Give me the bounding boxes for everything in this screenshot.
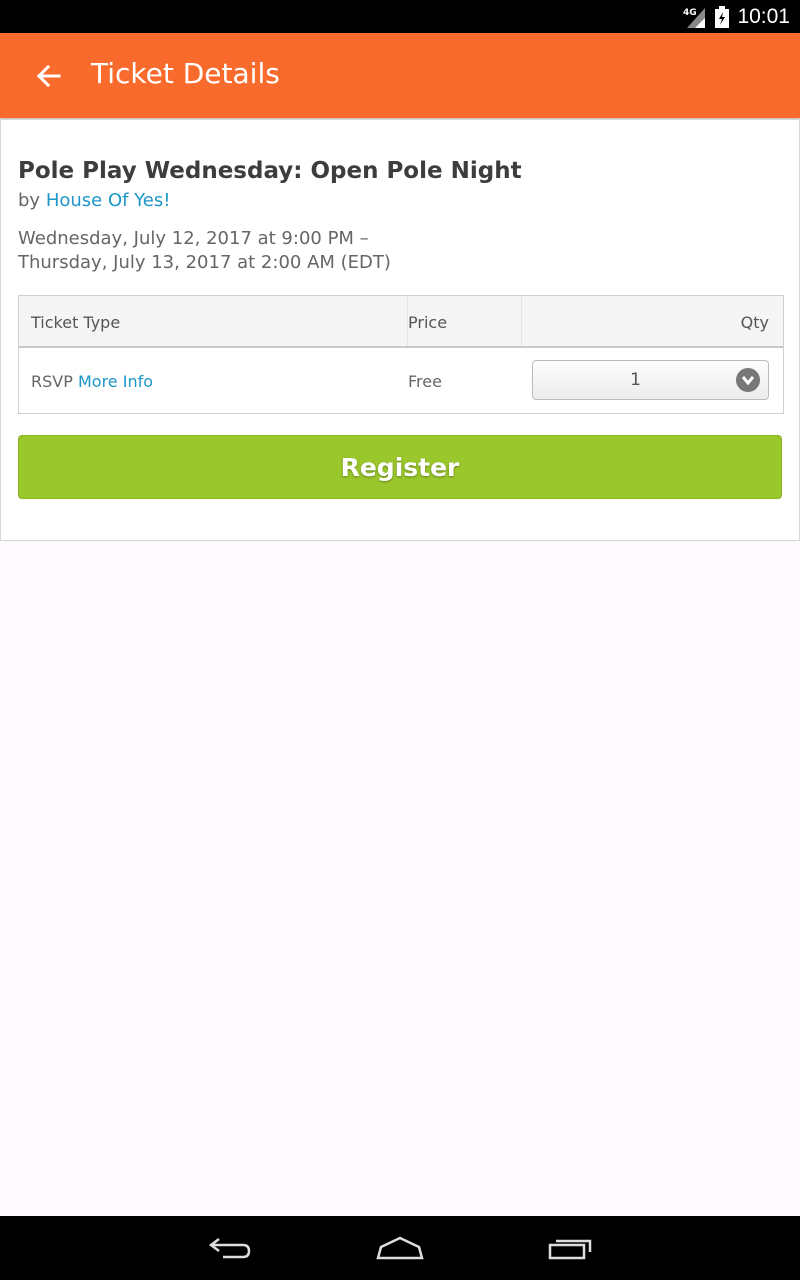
- status-bar: 4G 10:01: [0, 0, 800, 33]
- status-time: 10:01: [737, 4, 790, 28]
- nav-back-button[interactable]: [200, 1230, 260, 1266]
- signal-4g-icon: 4G: [683, 7, 706, 28]
- ticket-type-cell: RSVP More Info: [31, 372, 153, 391]
- chevron-down-icon: [736, 368, 760, 392]
- battery-icon: [715, 5, 730, 28]
- table-row: RSVP More Info Free 1: [19, 348, 783, 413]
- event-title: Pole Play Wednesday: Open Pole Night: [18, 158, 522, 184]
- svg-text:4G: 4G: [683, 8, 697, 18]
- header-ticket-type: Ticket Type: [31, 313, 121, 332]
- header-price: Price: [408, 313, 448, 332]
- system-nav-bar: [0, 1216, 800, 1280]
- recents-icon: [548, 1239, 592, 1260]
- table-header: Ticket Type Price Qty: [19, 296, 783, 348]
- nav-home-button[interactable]: [370, 1230, 430, 1266]
- organizer-link[interactable]: House Of Yes!: [46, 190, 171, 211]
- column-divider: [521, 296, 522, 346]
- status-icons: 4G 10:01: [683, 0, 790, 33]
- ticket-price: Free: [408, 372, 442, 391]
- ticket-table: Ticket Type Price Qty RSVP More Info Fre…: [18, 295, 784, 414]
- event-dates: Wednesday, July 12, 2017 at 9:00 PM – Th…: [18, 227, 391, 275]
- back-icon: [208, 1238, 251, 1259]
- more-info-link[interactable]: More Info: [78, 372, 153, 391]
- quantity-select[interactable]: 1: [532, 360, 769, 400]
- page-title: Ticket Details: [91, 57, 280, 90]
- ticket-details-card: Pole Play Wednesday: Open Pole Night by …: [0, 119, 800, 541]
- arrow-left-icon: [36, 64, 61, 88]
- nav-recents-button[interactable]: [541, 1230, 601, 1266]
- quantity-value: 1: [630, 370, 641, 390]
- byline-prefix: by: [18, 190, 41, 211]
- header-qty: Qty: [740, 313, 769, 332]
- home-icon: [376, 1236, 424, 1260]
- register-button[interactable]: Register: [18, 435, 782, 499]
- event-date-end: Thursday, July 13, 2017 at 2:00 AM (EDT): [18, 252, 391, 273]
- ticket-type-name: RSVP: [31, 372, 73, 391]
- back-button[interactable]: [30, 58, 66, 94]
- event-byline: by House Of Yes!: [18, 190, 170, 211]
- event-date-start: Wednesday, July 12, 2017 at 9:00 PM –: [18, 228, 369, 249]
- app-bar: Ticket Details: [0, 33, 800, 118]
